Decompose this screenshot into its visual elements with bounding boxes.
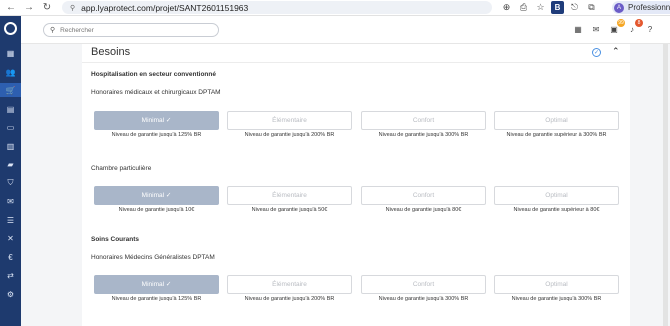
check-circle-icon: ✓ xyxy=(592,48,601,57)
install-app-icon[interactable]: ⎙ xyxy=(517,1,530,14)
option-caption: Niveau de garantie jusqu'à 300% BR xyxy=(378,296,469,302)
app-logo[interactable] xyxy=(4,22,17,35)
cart-icon[interactable]: 🛒 xyxy=(0,83,21,97)
option-elementaire[interactable]: Élémentaire xyxy=(227,275,352,294)
address-bar[interactable]: ⚲ app.lyaprotect.com/projet/SANT26011519… xyxy=(62,1,492,14)
row-label: Chambre particulière xyxy=(91,165,152,172)
option-optimal[interactable]: Optimal xyxy=(494,111,619,130)
option-caption: Niveau de garantie jusqu'à 10€ xyxy=(118,207,195,213)
option-minimal[interactable]: Minimal ✓ xyxy=(94,186,219,205)
chevron-up-icon[interactable]: ⌃ xyxy=(612,46,620,57)
extension-b-icon[interactable]: B xyxy=(551,1,564,14)
tasks-icon[interactable]: ☰ xyxy=(0,213,21,227)
reload-icon[interactable]: ↻ xyxy=(40,1,54,15)
site-info-icon[interactable]: ⚲ xyxy=(70,4,75,12)
document-icon[interactable]: ▤ xyxy=(0,102,21,116)
section-title: Hospitalisation en secteur conventionné xyxy=(91,71,216,78)
chat-icon[interactable]: ▰ xyxy=(0,157,21,171)
search-placeholder: Rechercher xyxy=(60,26,94,34)
euro-icon[interactable]: € xyxy=(0,250,21,264)
notifications-icon[interactable]: ♪ 8 xyxy=(626,19,643,36)
divider xyxy=(82,62,630,63)
app-header: ⚲ Rechercher ▦ ✉ ▣ 99 ♪ 8 ? xyxy=(21,16,670,44)
search-input[interactable]: ⚲ Rechercher xyxy=(43,23,219,37)
help-icon[interactable]: ? xyxy=(644,24,656,36)
needs-panel: Besoins ✓ ⌃ Hospitalisation en secteur c… xyxy=(82,44,630,326)
section-title: Soins Courants xyxy=(91,236,140,243)
share-icon[interactable]: ⎋ xyxy=(568,1,581,14)
forward-icon[interactable]: → xyxy=(22,1,36,15)
page-title: Besoins xyxy=(91,46,131,58)
option-caption: Niveau de garantie jusqu'à 200% BR xyxy=(244,132,335,138)
option-elementaire[interactable]: Élémentaire xyxy=(227,186,352,205)
zoom-icon[interactable]: ⊕ xyxy=(500,1,513,14)
option-caption: Niveau de garantie jusqu'à 125% BR xyxy=(111,132,202,138)
avatar: A xyxy=(614,2,624,13)
option-caption: Niveau de garantie jusqu'à 300% BR xyxy=(511,296,602,302)
tools-icon[interactable]: ✕ xyxy=(0,231,21,245)
option-caption: Niveau de garantie jusqu'à 80€ xyxy=(385,207,462,213)
sidebar: ▦ 👥 🛒 ▤ ▭ ▥ ▰ ⛉ ✉ ☰ ✕ € ⇄ ⚙ xyxy=(0,16,21,326)
profile-label: Professionne xyxy=(628,3,670,12)
shield-icon[interactable]: ⛉ xyxy=(0,176,21,190)
option-confort[interactable]: Confort xyxy=(361,186,486,205)
option-caption: Niveau de garantie jusqu'à 200% BR xyxy=(244,296,335,302)
dashboard-icon[interactable]: ▦ xyxy=(0,46,21,60)
option-caption: Niveau de garantie jusqu'à 125% BR xyxy=(111,296,202,302)
option-minimal[interactable]: Minimal ✓ xyxy=(94,275,219,294)
browser-toolbar: ← → ↻ ⚲ app.lyaprotect.com/projet/SANT26… xyxy=(0,0,670,16)
back-icon[interactable]: ← xyxy=(4,1,18,15)
notifications-badge: 8 xyxy=(635,19,643,27)
option-confort[interactable]: Confort xyxy=(361,275,486,294)
option-optimal[interactable]: Optimal xyxy=(494,186,619,205)
option-caption: Niveau de garantie jusqu'à 50€ xyxy=(251,207,328,213)
row-label: Honoraires médicaux et chirurgicaux DPTA… xyxy=(91,89,221,96)
extensions-icon[interactable]: ⧉ xyxy=(585,1,598,14)
option-caption: Niveau de garantie supérieur à 80€ xyxy=(513,207,600,213)
exchange-icon[interactable]: ⇄ xyxy=(0,268,21,282)
mail-icon[interactable]: ✉ xyxy=(590,24,602,36)
card-icon[interactable]: ▭ xyxy=(0,120,21,134)
option-caption: Niveau de garantie supérieur à 300% BR xyxy=(506,132,607,138)
invoice-icon[interactable]: ▥ xyxy=(0,139,21,153)
users-icon[interactable]: 👥 xyxy=(0,65,21,79)
option-confort[interactable]: Confort xyxy=(361,111,486,130)
bookmark-star-icon[interactable]: ☆ xyxy=(534,1,547,14)
orders-badge: 99 xyxy=(617,19,625,27)
orders-icon[interactable]: ▣ 99 xyxy=(608,19,625,36)
option-minimal[interactable]: Minimal ✓ xyxy=(94,111,219,130)
mail-icon[interactable]: ✉ xyxy=(0,194,21,208)
option-elementaire[interactable]: Élémentaire xyxy=(227,111,352,130)
option-optimal[interactable]: Optimal xyxy=(494,275,619,294)
row-label: Honoraires Médecins Généralistes DPTAM xyxy=(91,254,215,261)
settings-icon[interactable]: ⚙ xyxy=(0,287,21,301)
option-caption: Niveau de garantie jusqu'à 300% BR xyxy=(378,132,469,138)
scrollbar[interactable] xyxy=(663,44,668,326)
search-icon: ⚲ xyxy=(50,27,56,34)
calendar-icon[interactable]: ▦ xyxy=(572,24,584,36)
profile-button[interactable]: A Professionne xyxy=(612,1,670,14)
url-text: app.lyaprotect.com/projet/SANT2601151963 xyxy=(81,2,249,13)
